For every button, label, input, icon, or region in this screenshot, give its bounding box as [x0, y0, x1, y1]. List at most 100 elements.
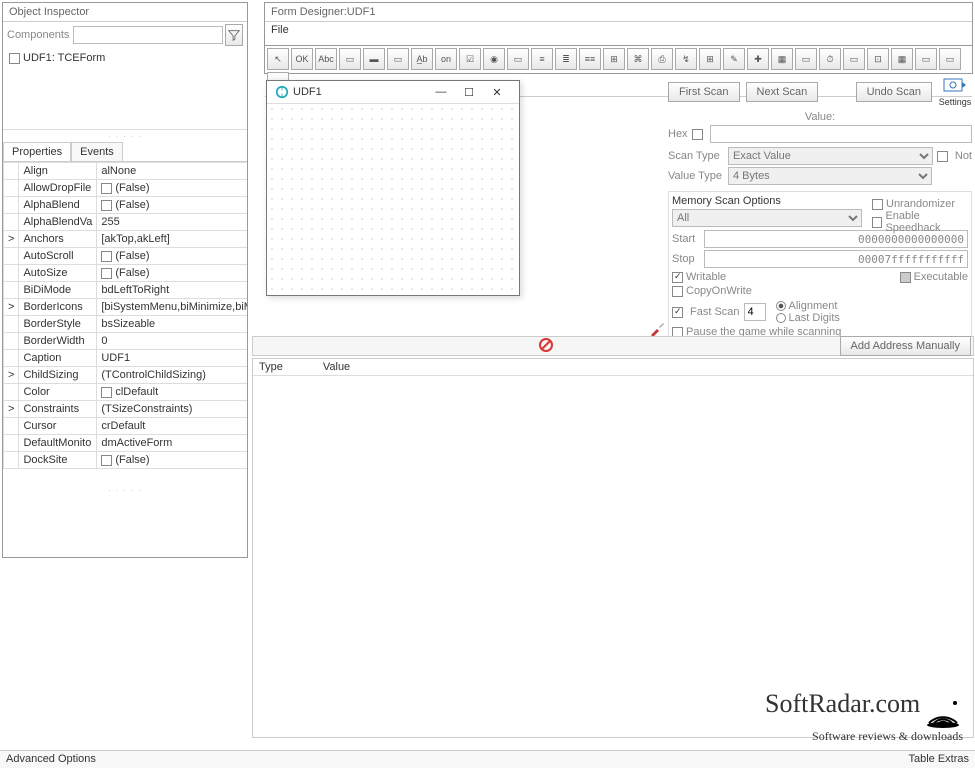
property-row[interactable]: AlphaBlend(False): [4, 197, 248, 214]
watermark: SoftRadar.com Software reviews & downloa…: [765, 689, 963, 744]
property-grid[interactable]: AlignalNoneAllowDropFile(False)AlphaBlen…: [3, 162, 247, 484]
unrandomizer-checkbox[interactable]: [872, 199, 883, 210]
toolbar-button-17[interactable]: ↯: [675, 48, 697, 70]
property-row[interactable]: CaptionUDF1: [4, 350, 248, 367]
stop-input[interactable]: [704, 250, 968, 268]
toolbar-button-2[interactable]: Abc: [315, 48, 337, 70]
toolbar-button-16[interactable]: ⎙: [651, 48, 673, 70]
toolbar-button-12[interactable]: ≣: [555, 48, 577, 70]
next-scan-button[interactable]: Next Scan: [746, 82, 819, 102]
property-row[interactable]: BorderWidth0: [4, 333, 248, 350]
value-label: Value:: [805, 111, 835, 123]
property-row[interactable]: >Constraints(TSizeConstraints): [4, 401, 248, 418]
toolbar-button-19[interactable]: ✎: [723, 48, 745, 70]
form-grid[interactable]: [267, 104, 519, 290]
not-checkbox[interactable]: [937, 151, 948, 162]
lastdigits-radio[interactable]: [776, 313, 786, 323]
status-right[interactable]: Table Extras: [908, 753, 969, 766]
alignment-radio[interactable]: [776, 301, 786, 311]
stop-label: Stop: [672, 253, 700, 265]
col-type[interactable]: Type: [259, 361, 283, 373]
toolbar-button-4[interactable]: ▬: [363, 48, 385, 70]
splitter-grip[interactable]: · · · · ·: [3, 484, 247, 496]
splitter-grip[interactable]: · · · · ·: [3, 130, 247, 142]
toolbar-button-14[interactable]: ⊞: [603, 48, 625, 70]
first-scan-button[interactable]: First Scan: [668, 82, 740, 102]
property-row[interactable]: DefaultMonitodmActiveForm: [4, 435, 248, 452]
scan-type-label: Scan Type: [668, 150, 724, 162]
toolbar-button-21[interactable]: ▦: [771, 48, 793, 70]
toolbar-button-28[interactable]: ▭: [939, 48, 961, 70]
toolbar-button-3[interactable]: ▭: [339, 48, 361, 70]
toolbar-button-8[interactable]: ☑: [459, 48, 481, 70]
toolbar-button-20[interactable]: ✚: [747, 48, 769, 70]
tab-properties[interactable]: Properties: [3, 142, 71, 161]
cow-checkbox[interactable]: [672, 286, 683, 297]
maximize-icon[interactable]: ☐: [455, 86, 483, 99]
designer-toolbar: ↖OKAbc▭▬▭A̲bon☑◉▭≡≣≡≡⊞⌘⎙↯⊞✎✚▦▭⏱▭⊡▦▭▭↖: [264, 46, 973, 74]
property-row[interactable]: AlphaBlendVa255: [4, 214, 248, 231]
property-row[interactable]: DockSite(False): [4, 452, 248, 469]
writable-checkbox[interactable]: [672, 272, 683, 283]
toolbar-button-23[interactable]: ⏱: [819, 48, 841, 70]
designer-window[interactable]: UDF1 — ☐ ✕: [266, 80, 520, 296]
toolbar-button-9[interactable]: ◉: [483, 48, 505, 70]
close-icon[interactable]: ✕: [483, 86, 511, 99]
toolbar-button-27[interactable]: ▭: [915, 48, 937, 70]
menu-file[interactable]: File: [271, 24, 289, 36]
property-row[interactable]: CursorcrDefault: [4, 418, 248, 435]
property-row[interactable]: AutoScroll(False): [4, 248, 248, 265]
property-row[interactable]: BorderStylebsSizeable: [4, 316, 248, 333]
hex-checkbox[interactable]: [692, 129, 703, 140]
toolbar-button-6[interactable]: A̲b: [411, 48, 433, 70]
executable-label: Executable: [914, 271, 968, 283]
value-type-select[interactable]: 4 Bytes: [728, 167, 932, 185]
property-row[interactable]: AlignalNone: [4, 163, 248, 180]
toolbar-button-15[interactable]: ⌘: [627, 48, 649, 70]
speedhack-checkbox[interactable]: [872, 217, 882, 228]
toolbar-button-0[interactable]: ↖: [267, 48, 289, 70]
toolbar-button-10[interactable]: ▭: [507, 48, 529, 70]
results-list[interactable]: [253, 376, 973, 732]
toolbar-button-7[interactable]: on: [435, 48, 457, 70]
tab-events[interactable]: Events: [71, 142, 123, 161]
toolbar-button-5[interactable]: ▭: [387, 48, 409, 70]
toolbar-button-11[interactable]: ≡: [531, 48, 553, 70]
add-address-button[interactable]: Add Address Manually: [840, 336, 971, 356]
toolbar-button-18[interactable]: ⊞: [699, 48, 721, 70]
component-tree-node[interactable]: UDF1: TCEForm: [9, 52, 241, 64]
tree-node-label: UDF1: TCEForm: [23, 52, 105, 64]
status-left[interactable]: Advanced Options: [6, 753, 96, 766]
toolbar-button-22[interactable]: ▭: [795, 48, 817, 70]
alignment-label: Alignment: [789, 300, 838, 312]
property-row[interactable]: >Anchors[akTop,akLeft]: [4, 231, 248, 248]
app-icon: [275, 85, 289, 99]
mem-options-select[interactable]: All: [672, 209, 862, 227]
prohibit-icon: [538, 337, 554, 353]
components-input[interactable]: [73, 26, 223, 44]
property-row[interactable]: AllowDropFile(False): [4, 180, 248, 197]
undo-scan-button[interactable]: Undo Scan: [856, 82, 932, 102]
tree-checkbox-icon: [9, 53, 20, 64]
settings-label: Settings: [938, 97, 972, 107]
fastscan-input[interactable]: [744, 303, 766, 321]
toolbar-button-25[interactable]: ⊡: [867, 48, 889, 70]
components-filter-button[interactable]: [225, 24, 243, 46]
toolbar-button-24[interactable]: ▭: [843, 48, 865, 70]
property-row[interactable]: >ChildSizing(TControlChildSizing): [4, 367, 248, 384]
settings-icon[interactable]: [943, 76, 967, 94]
toolbar-button-1[interactable]: OK: [291, 48, 313, 70]
executable-checkbox[interactable]: [900, 272, 911, 283]
minimize-icon[interactable]: —: [427, 86, 455, 98]
property-row[interactable]: AutoSize(False): [4, 265, 248, 282]
fastscan-checkbox[interactable]: [672, 307, 683, 318]
property-row[interactable]: BiDiModebdLeftToRight: [4, 282, 248, 299]
value-input[interactable]: [710, 125, 972, 143]
toolbar-button-13[interactable]: ≡≡: [579, 48, 601, 70]
speedhack-label: Enable Speedhack: [885, 210, 972, 234]
col-value[interactable]: Value: [323, 361, 350, 373]
scan-type-select[interactable]: Exact Value: [728, 147, 933, 165]
property-row[interactable]: >BorderIcons[biSystemMenu,biMinimize,biM: [4, 299, 248, 316]
property-row[interactable]: ColorclDefault: [4, 384, 248, 401]
toolbar-button-26[interactable]: ▦: [891, 48, 913, 70]
